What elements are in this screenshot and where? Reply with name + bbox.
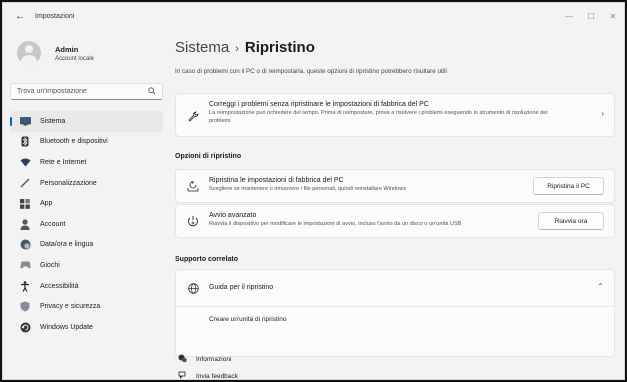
search-input[interactable]	[17, 88, 145, 95]
sidebar-item-label: Sistema	[40, 117, 66, 125]
intro-text: In caso di problemi con il PC o di reimp…	[175, 68, 447, 75]
recovery-help-title: Guida per il ripristino	[209, 284, 274, 291]
breadcrumb: Sistema › Ripristino	[175, 39, 315, 56]
back-arrow-icon: ←	[15, 10, 25, 22]
recovery-help-header[interactable]: Guida per il ripristino ⌃	[176, 270, 614, 307]
sidebar-item-label: Giochi	[40, 261, 60, 269]
back-button[interactable]: ←	[9, 5, 31, 27]
breadcrumb-separator: ›	[235, 43, 239, 55]
sidebar-item-label: Personalizzazione	[40, 179, 97, 187]
bluetooth-icon	[19, 136, 31, 148]
reset-pc-title: Ripristina le impostazioni di fabbrica d…	[209, 177, 344, 184]
reset-pc-card: Ripristina le impostazioni di fabbrica d…	[175, 169, 615, 203]
fix-problems-title: Correggi i problemi senza ripristinare l…	[209, 101, 429, 108]
sidebar-item-rete[interactable]: Rete e Internet	[10, 152, 163, 173]
accessibility-icon	[19, 280, 31, 292]
window-controls: — ☐ ✕	[558, 3, 624, 29]
advanced-startup-desc: Riavvia il dispositivo per modificare le…	[209, 221, 462, 227]
minimize-button[interactable]: —	[558, 3, 580, 29]
advanced-startup-title: Avvio avanzato	[209, 212, 257, 219]
profile-name: Admin	[55, 44, 79, 54]
sidebar-item-account[interactable]: Account	[10, 214, 163, 235]
sidebar-item-app[interactable]: App	[10, 193, 163, 214]
reset-pc-icon	[187, 180, 199, 192]
wifi-icon	[19, 156, 31, 168]
wrench-icon	[187, 110, 199, 122]
globe-icon	[187, 282, 199, 294]
maximize-button[interactable]: ☐	[580, 3, 602, 29]
create-recovery-drive-link[interactable]: Creare un'unità di ripristino	[209, 316, 286, 323]
close-button[interactable]: ✕	[602, 3, 624, 29]
search-box[interactable]	[10, 83, 163, 100]
profile[interactable]: Admin Account locale	[17, 41, 94, 65]
reset-pc-button[interactable]: Ripristina il PC	[533, 177, 604, 195]
chevron-right-icon: ›	[601, 109, 604, 118]
fix-problems-desc-line2: problemi	[209, 117, 231, 124]
recovery-help-card: Guida per il ripristino ⌃ Creare un'unit…	[175, 269, 615, 357]
sidebar-item-label: Accessibilità	[40, 282, 79, 290]
feedback-icon	[178, 367, 187, 379]
feedback-link[interactable]: Invia feedback	[178, 367, 238, 380]
sidebar-item-windows-update[interactable]: Windows Update	[10, 317, 163, 338]
settings-window: ← Impostazioni — ☐ ✕ Admin Account local…	[2, 2, 625, 380]
globe-clock-icon	[19, 239, 31, 251]
update-icon	[19, 321, 31, 333]
apps-icon	[19, 198, 31, 210]
chevron-up-icon: ⌃	[597, 282, 604, 291]
account-icon	[19, 218, 31, 230]
breadcrumb-parent[interactable]: Sistema	[175, 39, 229, 56]
feedback-label: Invia feedback	[196, 372, 238, 380]
system-icon	[19, 115, 31, 127]
search-icon[interactable]	[148, 87, 156, 97]
advanced-startup-card: Avvio avanzato Riavvia il dispositivo pe…	[175, 204, 615, 238]
get-help-link[interactable]: Informazioni	[178, 350, 231, 368]
sidebar-item-label: Windows Update	[40, 323, 93, 331]
sidebar-nav: Sistema Bluetooth e dispositivi Rete e I…	[10, 111, 163, 338]
sidebar-item-sistema[interactable]: Sistema	[10, 111, 163, 132]
sidebar-item-label: Data/ora e lingua	[40, 241, 94, 249]
sidebar-item-accessibilita[interactable]: Accessibilità	[10, 276, 163, 297]
sidebar: Admin Account locale Sistema Bluetooth	[3, 29, 165, 379]
sidebar-item-label: Bluetooth e dispositivi	[40, 138, 108, 146]
shield-icon	[19, 301, 31, 313]
restart-now-button[interactable]: Riavvia ora	[538, 212, 604, 230]
sidebar-item-personalizzazione[interactable]: Personalizzazione	[10, 173, 163, 194]
sidebar-item-label: Rete e Internet	[40, 158, 87, 166]
help-icon	[178, 350, 187, 368]
title-bar: ← Impostazioni — ☐ ✕	[3, 3, 624, 29]
recovery-options-heading: Opzioni di ripristino	[175, 153, 242, 160]
sidebar-item-data-ora[interactable]: Data/ora e lingua	[10, 235, 163, 256]
get-help-label: Informazioni	[196, 355, 232, 363]
reset-pc-desc: Scegliere se mantenere o rimuovere i fil…	[209, 186, 407, 192]
sidebar-item-privacy[interactable]: Privacy e sicurezza	[10, 296, 163, 317]
page-title: Ripristino	[244, 39, 315, 56]
sidebar-item-label: Privacy e sicurezza	[40, 303, 101, 311]
fix-problems-desc-line1: La reimpostazione può richiedere del tem…	[209, 110, 548, 116]
sidebar-item-bluetooth[interactable]: Bluetooth e dispositivi	[10, 132, 163, 153]
sidebar-item-label: App	[40, 200, 53, 208]
avatar	[17, 41, 41, 65]
window-title: Impostazioni	[35, 12, 75, 20]
related-support-heading: Supporto correlato	[175, 256, 239, 263]
sidebar-item-label: Account	[40, 220, 66, 228]
gamepad-icon	[19, 259, 31, 271]
sidebar-item-giochi[interactable]: Giochi	[10, 255, 163, 276]
fix-problems-card[interactable]: Correggi i problemi senza ripristinare l…	[175, 93, 615, 137]
brush-icon	[19, 177, 31, 189]
advanced-startup-icon	[187, 215, 199, 227]
profile-account-type: Account locale	[55, 55, 95, 62]
